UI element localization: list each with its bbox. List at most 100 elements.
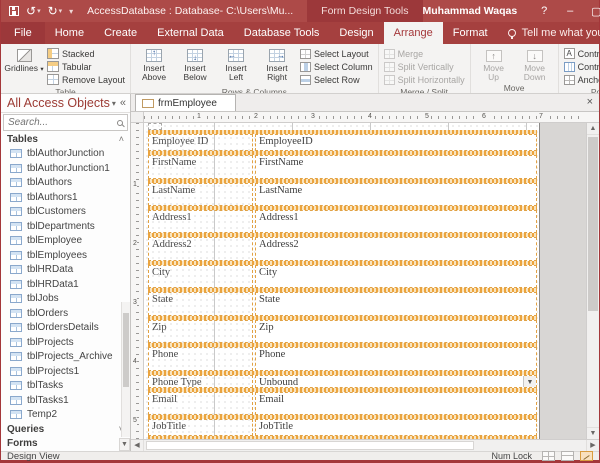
nav-item-tblprojects1[interactable]: tblProjects1 xyxy=(1,364,130,379)
document-tab-frmEmployee[interactable]: frmEmployee xyxy=(135,94,236,111)
select-layout-button[interactable]: Select Layout xyxy=(298,47,375,60)
minimize-button[interactable]: – xyxy=(557,0,583,22)
scroll-up-icon[interactable]: ▲ xyxy=(587,123,599,135)
undo-dropdown-icon[interactable]: ▾ xyxy=(37,7,41,15)
save-button[interactable] xyxy=(9,6,19,16)
vertical-ruler[interactable]: 12345 xyxy=(131,123,144,439)
nav-shutter-icon[interactable]: « xyxy=(120,97,126,109)
nav-item-tblcustomers[interactable]: tblCustomers xyxy=(1,205,130,220)
field-label-state[interactable]: State xyxy=(148,292,253,316)
horizontal-ruler[interactable]: 1234567 xyxy=(144,112,599,123)
scroll-right-icon[interactable]: ▶ xyxy=(586,440,599,451)
scroll-down-icon[interactable]: ▼ xyxy=(587,427,599,439)
datasheet-view-icon[interactable] xyxy=(542,451,555,461)
tab-external-data[interactable]: External Data xyxy=(147,22,234,44)
control-padding-button[interactable]: Control Padding▾ xyxy=(562,60,599,73)
insert-above-button[interactable]: InsertAbove xyxy=(134,45,174,82)
nav-scrollbar[interactable] xyxy=(121,302,130,437)
search-input[interactable] xyxy=(8,117,117,128)
field-textbox-firstname[interactable]: FirstName xyxy=(255,155,537,179)
field-label-city[interactable]: City xyxy=(148,265,253,288)
remove-layout-button[interactable]: Remove Layout xyxy=(45,73,127,86)
stacked-button[interactable]: Stacked xyxy=(45,47,127,60)
field-label-jobtitle[interactable]: JobTitle xyxy=(148,419,253,436)
document-close-icon[interactable]: × xyxy=(587,96,593,108)
account-user-name[interactable]: Muhammad Waqas xyxy=(423,5,518,17)
tab-database-tools[interactable]: Database Tools xyxy=(234,22,330,44)
horizontal-scrollbar-thumb[interactable] xyxy=(146,441,474,450)
nav-item-tblhrdata1[interactable]: tblHRData1 xyxy=(1,277,130,292)
field-label-firstname[interactable]: FirstName xyxy=(148,155,253,179)
field-textbox-zip[interactable]: Zip xyxy=(255,320,537,343)
tell-me-box[interactable]: Tell me what you want to do xyxy=(498,22,600,44)
nav-item-tblordersdetails[interactable]: tblOrdersDetails xyxy=(1,321,130,336)
help-button[interactable]: ? xyxy=(531,0,557,22)
nav-group-tables[interactable]: Tables˄ xyxy=(1,132,130,147)
tab-create[interactable]: Create xyxy=(94,22,147,44)
field-label-lastname[interactable]: LastName xyxy=(148,183,253,206)
field-textbox-email[interactable]: Email xyxy=(255,392,537,415)
field-textbox-jobtitle[interactable]: JobTitle xyxy=(255,419,537,436)
nav-group-queries[interactable]: Queries˅ xyxy=(1,422,130,437)
vertical-scrollbar[interactable]: ▲ ▼ xyxy=(586,123,599,439)
nav-menu-dropdown-icon[interactable]: ▾ xyxy=(112,99,116,108)
nav-item-tbljobs[interactable]: tblJobs xyxy=(1,292,130,307)
nav-group-forms[interactable]: Forms˄ xyxy=(1,437,130,452)
nav-pane-header[interactable]: All Access Objects ▾ « xyxy=(1,94,130,113)
anchoring-button[interactable]: Anchoring▾ xyxy=(562,73,599,86)
field-textbox-address2[interactable]: Address2 xyxy=(255,237,537,261)
field-label-phone-type[interactable]: Phone Type xyxy=(148,375,253,388)
vertical-scrollbar-thumb[interactable] xyxy=(588,137,598,311)
field-textbox-employee-id[interactable]: EmployeeID xyxy=(255,134,537,151)
redo-button[interactable]: ↻▾ xyxy=(48,6,63,16)
field-label-address1[interactable]: Address1 xyxy=(148,210,253,233)
nav-item-tblauthorjunction1[interactable]: tblAuthorJunction1 xyxy=(1,161,130,176)
nav-item-tbldepartments[interactable]: tblDepartments xyxy=(1,219,130,234)
combo-dropdown-icon[interactable]: ▼ xyxy=(523,376,536,387)
nav-item-tbltasks[interactable]: tblTasks xyxy=(1,379,130,394)
redo-dropdown-icon[interactable]: ▾ xyxy=(59,7,63,15)
insert-left-button[interactable]: InsertLeft xyxy=(216,45,256,82)
select-row-button[interactable]: Select Row xyxy=(298,73,375,86)
maximize-button[interactable]: ▢ xyxy=(583,0,600,22)
field-textbox-city[interactable]: City xyxy=(255,265,537,288)
tab-format[interactable]: Format xyxy=(443,22,498,44)
nav-scrollbar-thumb[interactable] xyxy=(123,313,129,387)
nav-item-tblemployee[interactable]: tblEmployee xyxy=(1,234,130,249)
nav-item-tblorders[interactable]: tblOrders xyxy=(1,306,130,321)
field-label-phone[interactable]: Phone xyxy=(148,347,253,371)
nav-scroll-down-icon[interactable]: ▼ xyxy=(119,438,130,451)
nav-item-temp2[interactable]: Temp2 xyxy=(1,408,130,423)
gridlines-button[interactable]: Gridlines ▾ xyxy=(4,45,44,74)
form-design-canvas[interactable]: Employee IDEmployeeIDFirstNameFirstNameL… xyxy=(144,123,540,439)
tab-file[interactable]: File xyxy=(1,22,45,44)
design-view-icon[interactable] xyxy=(580,451,593,461)
tab-design[interactable]: Design xyxy=(329,22,383,44)
select-column-button[interactable]: Select Column xyxy=(298,60,375,73)
field-label-employee-id[interactable]: Employee ID xyxy=(148,134,253,151)
nav-item-tblhrdata[interactable]: tblHRData xyxy=(1,263,130,278)
insert-below-button[interactable]: InsertBelow xyxy=(175,45,215,82)
chevron-up-icon[interactable]: ˄ xyxy=(119,134,124,144)
nav-search-box[interactable] xyxy=(3,114,128,131)
layout-view-icon[interactable] xyxy=(561,451,574,461)
nav-item-tblauthors[interactable]: tblAuthors xyxy=(1,176,130,191)
scroll-left-icon[interactable]: ◀ xyxy=(131,440,144,451)
undo-button[interactable]: ↺▾ xyxy=(26,6,41,16)
control-margins-button[interactable]: AControl Margins▾ xyxy=(562,47,599,60)
field-label-address2[interactable]: Address2 xyxy=(148,237,253,261)
field-textbox-phone[interactable]: Phone xyxy=(255,347,537,371)
horizontal-scrollbar[interactable]: ◀ ▶ xyxy=(131,439,599,451)
nav-item-tblprojects[interactable]: tblProjects xyxy=(1,335,130,350)
tabular-button[interactable]: Tabular xyxy=(45,60,127,73)
field-textbox-state[interactable]: State xyxy=(255,292,537,316)
nav-item-tblemployees[interactable]: tblEmployees xyxy=(1,248,130,263)
field-textbox-lastname[interactable]: LastName xyxy=(255,183,537,206)
field-textbox-address1[interactable]: Address1 xyxy=(255,210,537,233)
tab-arrange[interactable]: Arrange xyxy=(384,22,443,44)
customize-qat-icon[interactable]: ▾ xyxy=(69,7,73,16)
ruler-corner-box[interactable] xyxy=(131,112,144,123)
nav-item-tbltasks1[interactable]: tblTasks1 xyxy=(1,393,130,408)
form-header-cell[interactable] xyxy=(148,123,162,130)
nav-item-tblprojects-archive[interactable]: tblProjects_Archive xyxy=(1,350,130,365)
